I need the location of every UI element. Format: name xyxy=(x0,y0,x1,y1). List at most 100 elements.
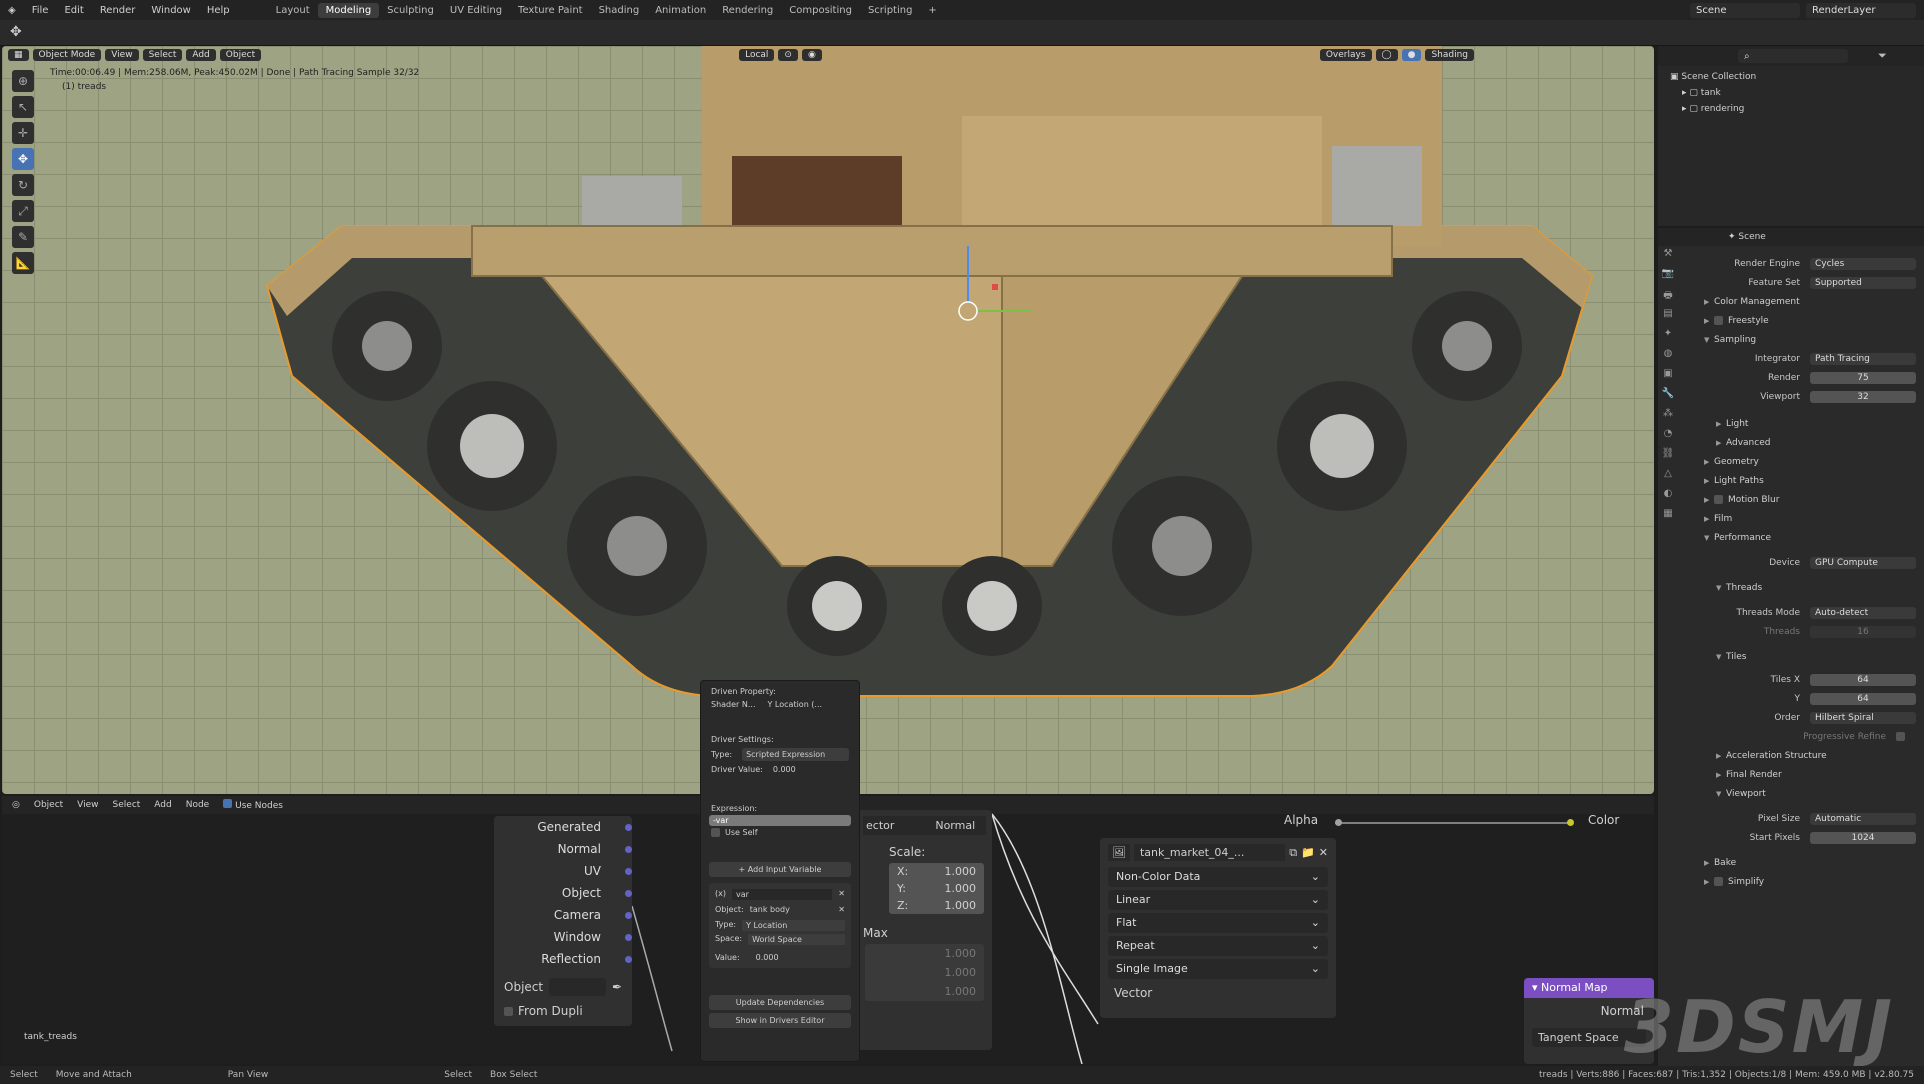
panel-light-paths[interactable]: ▶ Light Paths xyxy=(1678,471,1924,490)
menu-object[interactable]: Object xyxy=(219,49,262,61)
blender-logo-icon[interactable]: ◈ xyxy=(0,5,24,16)
physics-tab-icon[interactable]: ◔ xyxy=(1661,428,1675,442)
menu-edit[interactable]: Edit xyxy=(56,5,91,16)
image-browse-icon[interactable]: 🖼 xyxy=(1108,844,1130,861)
rendered-shading-icon[interactable]: ● xyxy=(1401,49,1422,61)
close-icon[interactable]: ✕ xyxy=(1319,846,1328,859)
transform-orientation[interactable]: Local xyxy=(739,49,775,61)
max-z-field[interactable]: 1.000 xyxy=(865,982,984,1001)
output-reflection[interactable]: Reflection xyxy=(494,948,632,970)
variable-type-dropdown[interactable]: Y Location xyxy=(742,920,845,931)
output-camera[interactable]: Camera xyxy=(494,904,632,926)
simplify-checkbox[interactable] xyxy=(1714,877,1723,886)
panel-geometry[interactable]: ▶ Geometry xyxy=(1678,452,1924,471)
interpolation-dropdown[interactable]: Linear ⌄ xyxy=(1108,890,1328,910)
panel-acceleration-structure[interactable]: ▶ Acceleration Structure xyxy=(1678,746,1924,765)
view-layer-tab-icon[interactable]: ▤ xyxy=(1661,308,1675,322)
panel-color-management[interactable]: ▶ Color Management xyxy=(1678,292,1924,311)
panel-final-render[interactable]: ▶ Final Render xyxy=(1678,765,1924,784)
menu-file[interactable]: File xyxy=(24,5,57,16)
shading-dropdown[interactable]: Shading xyxy=(1425,49,1475,61)
editor-type-icon[interactable]: ▦ xyxy=(8,49,29,61)
scene-collection-item[interactable]: ▣ Scene Collection xyxy=(1670,72,1924,88)
tab-rendering[interactable]: Rendering xyxy=(714,3,781,18)
alpha-socket[interactable] xyxy=(1335,819,1342,826)
object-picker-field[interactable] xyxy=(549,978,606,996)
wireframe-shading-icon[interactable]: ◯ xyxy=(1375,49,1398,61)
transform-tool-icon[interactable]: ✥ xyxy=(10,24,22,40)
duplicate-image-icon[interactable]: ⧉ xyxy=(1289,846,1297,860)
overlays-dropdown[interactable]: Overlays xyxy=(1319,49,1372,61)
mode-selector[interactable]: Object Mode xyxy=(32,49,102,61)
snap-icon[interactable]: ⊙ xyxy=(778,49,798,61)
outliner-search-input[interactable]: ⌕ xyxy=(1738,49,1848,63)
source-dropdown[interactable]: Single Image ⌄ xyxy=(1108,959,1328,979)
output-uv[interactable]: UV xyxy=(494,860,632,882)
open-image-icon[interactable]: 📁 xyxy=(1301,846,1315,859)
menu-help[interactable]: Help xyxy=(199,5,238,16)
panel-tiles[interactable]: ▼ Tiles xyxy=(1678,647,1924,666)
close-icon[interactable]: ✕ xyxy=(838,905,845,914)
progressive-refine-checkbox[interactable] xyxy=(1896,732,1905,741)
outliner-item-tank[interactable]: ▸ ▢ tank xyxy=(1670,88,1924,104)
driver-editor-popup[interactable]: Driven Property: Shader N... Y Location … xyxy=(700,680,860,1062)
scale-z-field[interactable]: Z: 1.000 xyxy=(889,897,984,914)
socket-dot[interactable] xyxy=(625,911,632,919)
mapping-node[interactable]: ector Normal Scale: X: 1.000 Y: 1.000 Z: 1.… xyxy=(857,810,992,1050)
output-normal[interactable]: Normal xyxy=(494,838,632,860)
tab-animation[interactable]: Animation xyxy=(647,3,714,18)
gizmo-x-handle[interactable] xyxy=(992,284,998,290)
data-tab-icon[interactable]: △ xyxy=(1661,468,1675,482)
view-layer-field[interactable]: RenderLayer xyxy=(1806,2,1916,18)
max-y-field[interactable]: 1.000 xyxy=(865,963,984,982)
socket-dot[interactable] xyxy=(625,823,632,831)
close-icon[interactable]: ✕ xyxy=(838,889,845,900)
render-tab-icon[interactable]: 📷 xyxy=(1661,268,1675,282)
color-space-dropdown[interactable]: Non-Color Data ⌄ xyxy=(1108,867,1328,887)
expression-input[interactable]: -var xyxy=(709,815,851,826)
socket-dot[interactable] xyxy=(625,933,632,941)
select-tool-icon[interactable]: ↖ xyxy=(12,96,34,118)
order-dropdown[interactable]: Hilbert Spiral xyxy=(1810,711,1916,724)
driven-datablock[interactable]: Shader N... xyxy=(711,700,756,709)
socket-dot[interactable] xyxy=(625,955,632,963)
output-generated[interactable]: Generated xyxy=(494,816,632,838)
mapping-tab-vector[interactable]: ector xyxy=(863,816,925,835)
from-dupli-checkbox[interactable] xyxy=(504,1006,513,1016)
menu-window[interactable]: Window xyxy=(143,5,198,16)
panel-bake[interactable]: ▶ Bake xyxy=(1678,853,1924,872)
variable-space-dropdown[interactable]: World Space xyxy=(748,934,845,945)
output-tab-icon[interactable]: 🖶 xyxy=(1661,288,1675,302)
tab-sculpting[interactable]: Sculpting xyxy=(379,3,442,18)
menu-render[interactable]: Render xyxy=(92,5,144,16)
tiles-x-field[interactable]: 64 xyxy=(1810,673,1916,686)
scene-tab-icon[interactable]: ✦ xyxy=(1661,328,1675,342)
material-tab-icon[interactable]: ◐ xyxy=(1661,488,1675,502)
constraints-tab-icon[interactable]: ⛓ xyxy=(1661,448,1675,462)
show-in-drivers-editor-button[interactable]: Show in Drivers Editor xyxy=(709,1013,851,1028)
output-object[interactable]: Object xyxy=(494,882,632,904)
annotate-tool-icon[interactable]: ✎ xyxy=(12,226,34,248)
cursor-tool-icon[interactable]: ⊕ xyxy=(12,70,34,92)
transform-tool-icon[interactable]: ✥ xyxy=(12,148,34,170)
update-dependencies-button[interactable]: Update Dependencies xyxy=(709,995,851,1010)
max-x-field[interactable]: 1.000 xyxy=(865,944,984,963)
menu-select[interactable]: Select xyxy=(142,49,183,61)
render-engine-dropdown[interactable]: Cycles xyxy=(1810,257,1916,270)
tab-texture-paint[interactable]: Texture Paint xyxy=(510,3,591,18)
panel-advanced[interactable]: ▶ Advanced xyxy=(1678,433,1924,452)
menu-add[interactable]: Add xyxy=(186,49,216,61)
integrator-dropdown[interactable]: Path Tracing xyxy=(1810,352,1916,365)
scale-x-field[interactable]: X: 1.000 xyxy=(889,863,984,880)
move-tool-icon[interactable]: ✛ xyxy=(12,122,34,144)
projection-dropdown[interactable]: Flat ⌄ xyxy=(1108,913,1328,933)
device-dropdown[interactable]: GPU Compute xyxy=(1810,556,1916,569)
texture-coordinate-node[interactable]: Generated Normal UV Object Camera Window… xyxy=(494,816,632,1026)
filter-icon[interactable]: ⏷ xyxy=(1878,49,1887,63)
add-workspace-icon[interactable]: + xyxy=(920,3,944,18)
socket-dot[interactable] xyxy=(625,889,632,897)
scale-tool-icon[interactable]: ⤢ xyxy=(12,200,34,222)
measure-tool-icon[interactable]: 📐 xyxy=(12,252,34,274)
tab-modeling[interactable]: Modeling xyxy=(317,2,380,18)
panel-sampling[interactable]: ▼ Sampling xyxy=(1678,330,1924,349)
